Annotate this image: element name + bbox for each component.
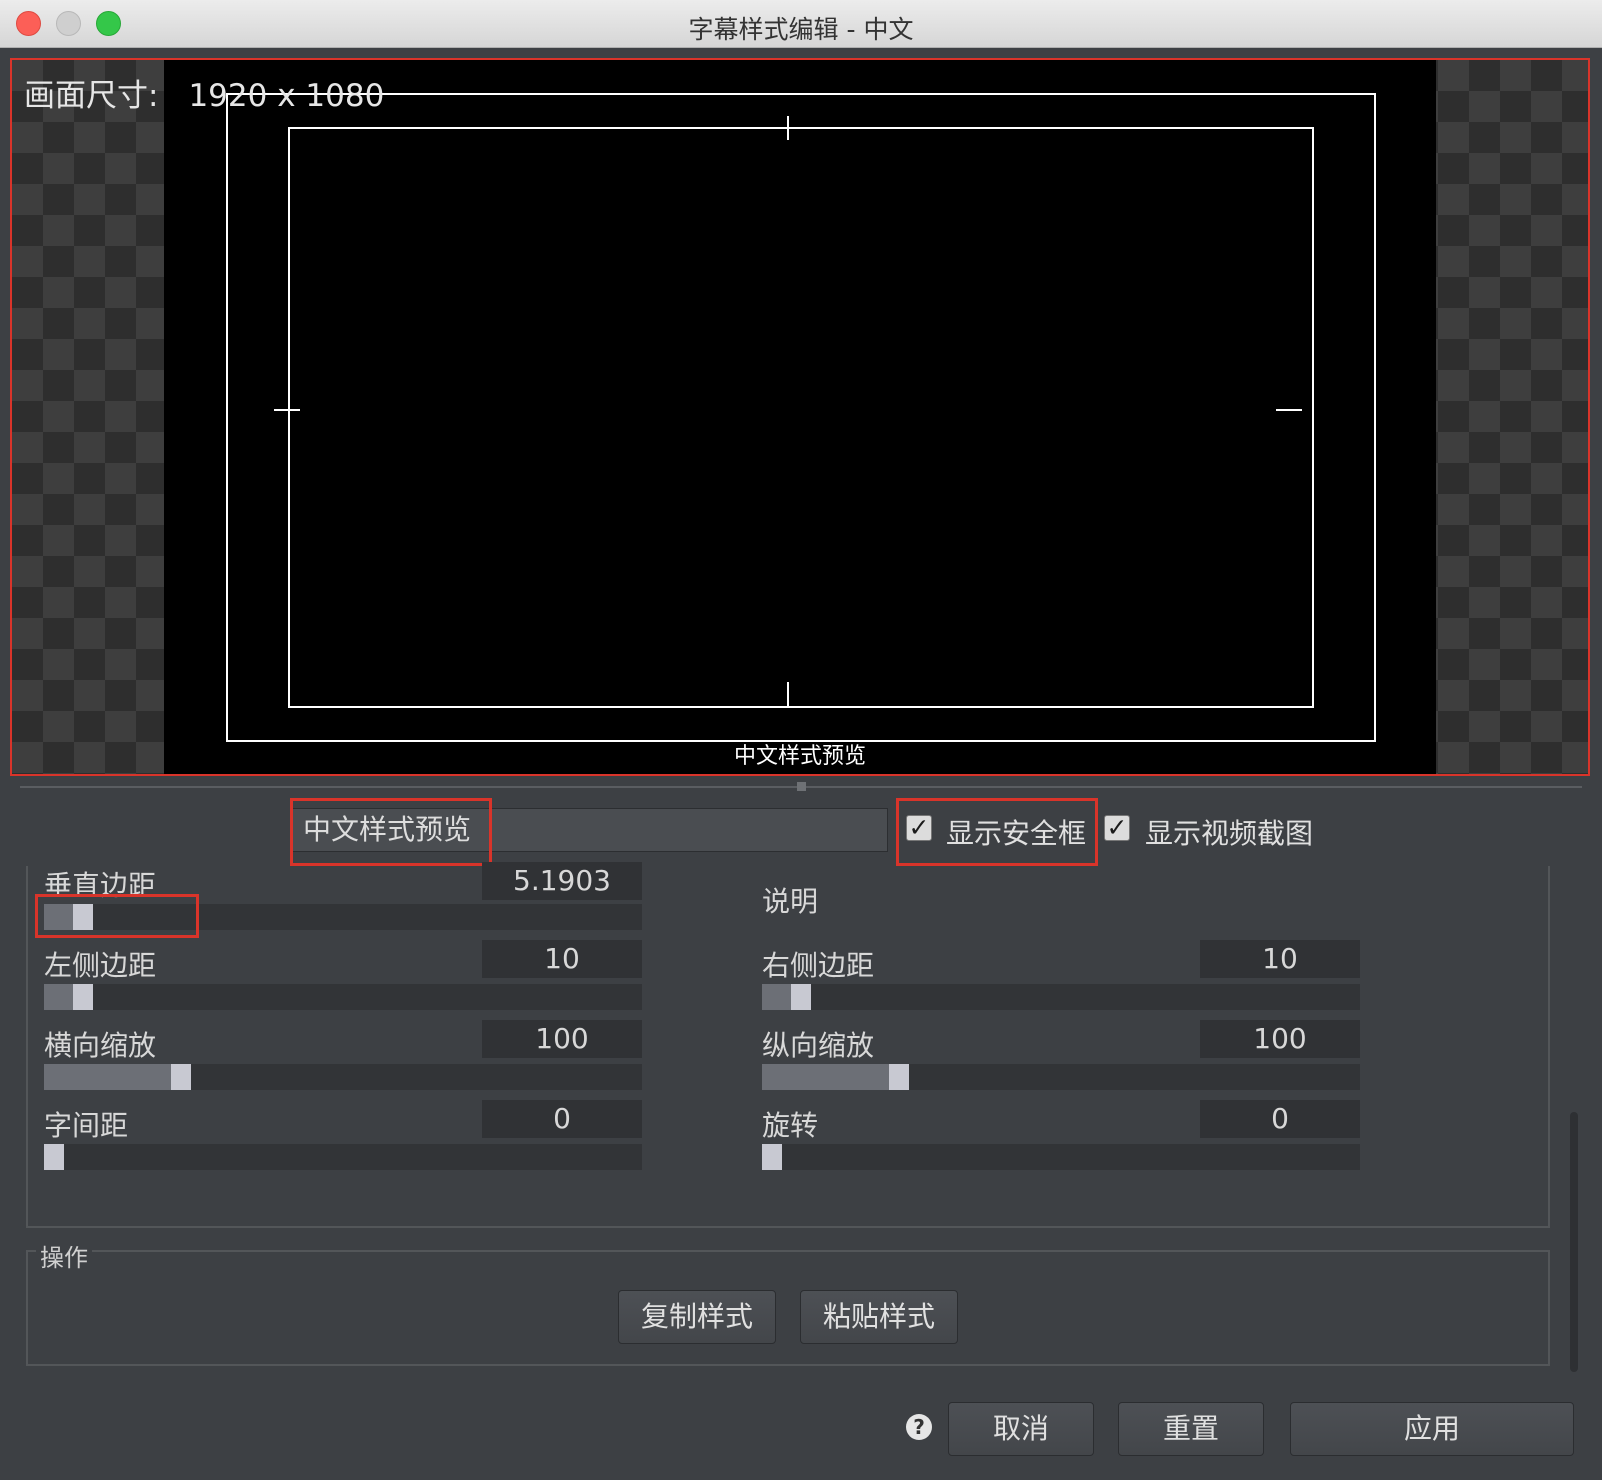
vertical-scrollbar[interactable] [1570, 1112, 1578, 1372]
paste-style-button[interactable]: 粘贴样式 [800, 1290, 958, 1344]
vertical-margin-slider[interactable] [44, 904, 642, 930]
vertical-scale-slider[interactable] [762, 1064, 1360, 1090]
subtitle-preview-caption: 中文样式预览 [733, 744, 866, 769]
slider-thumb[interactable] [889, 1064, 909, 1090]
preview-area: 画面尺寸: 1920 x 1080 中文样式预览 [10, 58, 1590, 776]
safe-frame-right-tick [1276, 409, 1302, 411]
vertical-scale-label: 纵向缩放 [762, 1029, 875, 1062]
letter-spacing-slider[interactable] [44, 1144, 642, 1170]
show-video-snapshot-checkbox[interactable]: ✓ [1104, 815, 1130, 841]
right-margin-label: 右侧边距 [762, 949, 875, 982]
safe-frame-bottom-tick [787, 682, 789, 706]
subtitle-style-editor-window: 字幕样式编辑 - 中文 画面尺寸: 1920 x 1080 中文样式预览 中文样式… [0, 0, 1602, 1480]
video-canvas: 中文样式预览 [164, 60, 1436, 774]
slider-fill [762, 984, 793, 1010]
show-video-snapshot-label: 显示视频截图 [1145, 817, 1314, 850]
reset-button[interactable]: 重置 [1118, 1402, 1264, 1456]
title-safe-frame [288, 127, 1314, 708]
splitter-handle[interactable] [797, 782, 806, 791]
frame-size-readout: 画面尺寸: 1920 x 1080 [24, 70, 384, 115]
slider-thumb[interactable] [73, 984, 93, 1010]
right-margin-value[interactable]: 10 [1200, 940, 1360, 978]
window-title: 字幕样式编辑 - 中文 [688, 15, 914, 44]
slider-thumb[interactable] [44, 1144, 64, 1170]
vertical-margin-value[interactable]: 5.1903 [482, 862, 642, 900]
right-margin-slider[interactable] [762, 984, 1360, 1010]
horizontal-scale-value[interactable]: 100 [482, 1020, 642, 1058]
title-bar: 字幕样式编辑 - 中文 [0, 0, 1602, 48]
frame-size-value: 1920 x 1080 [188, 78, 385, 114]
vertical-scale-value[interactable]: 100 [1200, 1020, 1360, 1058]
slider-fill [44, 904, 75, 930]
rotation-label: 旋转 [762, 1109, 819, 1142]
rotation-slider[interactable] [762, 1144, 1360, 1170]
left-margin-slider[interactable] [44, 984, 642, 1010]
slider-fill [44, 1064, 173, 1090]
letter-spacing-label: 字间距 [44, 1109, 129, 1142]
vertical-margin-label: 垂直边距 [44, 869, 157, 902]
question-circle-icon[interactable]: ? [906, 1414, 932, 1440]
slider-thumb[interactable] [171, 1064, 191, 1090]
slider-thumb[interactable] [791, 984, 811, 1010]
safe-frame-top-tick [787, 116, 789, 140]
safe-frame-left-tick [274, 409, 300, 411]
letter-spacing-value[interactable]: 0 [482, 1100, 642, 1138]
show-safe-frame-label: 显示安全框 [946, 817, 1087, 850]
left-margin-value[interactable]: 10 [482, 940, 642, 978]
operations-legend: 操作 [36, 1238, 92, 1273]
copy-style-button[interactable]: 复制样式 [618, 1290, 776, 1344]
slider-fill [44, 984, 75, 1010]
show-safe-frame-checkbox[interactable]: ✓ [906, 815, 932, 841]
left-margin-label: 左侧边距 [44, 949, 157, 982]
operations-group [26, 1250, 1550, 1366]
rotation-value[interactable]: 0 [1200, 1100, 1360, 1138]
apply-button[interactable]: 应用 [1290, 1402, 1574, 1456]
description-label: 说明 [762, 885, 819, 918]
horizontal-scale-slider[interactable] [44, 1064, 642, 1090]
slider-fill [762, 1064, 891, 1090]
cancel-button[interactable]: 取消 [948, 1402, 1094, 1456]
slider-thumb[interactable] [762, 1144, 782, 1170]
horizontal-scale-label: 横向缩放 [44, 1029, 157, 1062]
preview-text-input[interactable]: 中文样式预览 [292, 808, 888, 852]
frame-size-label: 画面尺寸: [24, 78, 159, 114]
slider-thumb[interactable] [73, 904, 93, 930]
